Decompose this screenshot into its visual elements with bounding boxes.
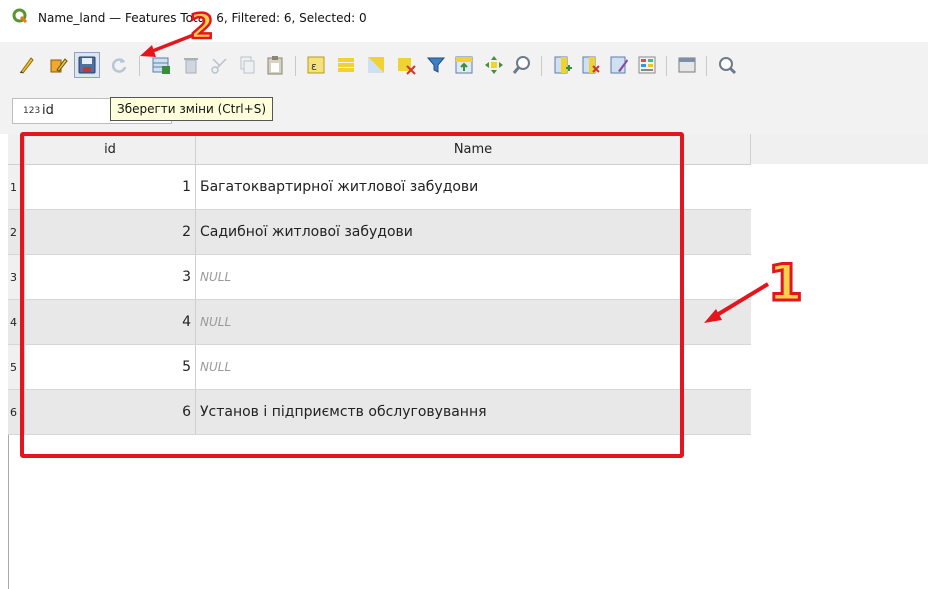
reload-icon — [111, 58, 127, 73]
delete-field-icon — [582, 56, 600, 74]
delete-selected-button[interactable] — [178, 52, 204, 78]
move-selection-top-button[interactable] — [451, 52, 477, 78]
invert-selection-button[interactable] — [363, 52, 389, 78]
filter-button[interactable] — [423, 52, 449, 78]
deselect-icon — [398, 58, 416, 75]
save-tooltip: Зберегти зміни (Ctrl+S) — [110, 97, 273, 121]
attribute-table-toolbar: ε — [0, 42, 928, 92]
multi-edit-button[interactable] — [46, 52, 72, 78]
new-field-button[interactable] — [550, 52, 576, 78]
expression-select-icon: ε — [307, 56, 325, 74]
select-all-button[interactable] — [333, 52, 359, 78]
copy-icon — [240, 56, 255, 74]
reload-button[interactable] — [106, 52, 132, 78]
field-name-label: id — [42, 103, 54, 118]
deselect-all-button[interactable] — [393, 52, 419, 78]
window-title: Name_land — Features Total: 6, Filtered:… — [38, 11, 367, 25]
select-by-expression-button[interactable]: ε — [303, 52, 329, 78]
delete-field-button[interactable] — [578, 52, 604, 78]
paste-icon — [267, 56, 283, 75]
actions-icon — [719, 57, 737, 75]
actions-button[interactable] — [714, 52, 740, 78]
save-edits-button[interactable] — [74, 52, 100, 78]
filter-icon — [426, 57, 446, 73]
zoom-to-selection-button[interactable] — [509, 52, 535, 78]
qgis-logo-icon — [12, 8, 28, 24]
select-all-icon — [338, 58, 354, 72]
svg-text:ε: ε — [311, 60, 317, 73]
dock-button[interactable] — [674, 52, 700, 78]
add-feature-button[interactable] — [148, 52, 174, 78]
toggle-editing-button[interactable] — [14, 52, 40, 78]
save-icon — [78, 56, 96, 74]
move-top-icon — [455, 56, 473, 74]
conditional-format-icon — [638, 56, 656, 74]
field-calculator-button[interactable] — [606, 52, 632, 78]
copy-button[interactable] — [234, 52, 260, 78]
field-type-label: 123 — [23, 106, 41, 116]
window-title-bar: Name_land — Features Total: 6, Filtered:… — [0, 0, 928, 42]
cut-icon — [211, 58, 227, 74]
multi-edit-icon — [50, 58, 68, 73]
dock-icon — [678, 57, 696, 73]
cut-button[interactable] — [206, 52, 232, 78]
zoom-icon — [512, 56, 530, 74]
new-field-icon — [554, 56, 572, 74]
field-calculator-icon — [610, 56, 628, 74]
add-feature-icon — [152, 57, 170, 74]
pencil-icon — [20, 57, 34, 74]
pan-to-selection-button[interactable] — [481, 52, 507, 78]
paste-button[interactable] — [262, 52, 288, 78]
highlight-box — [20, 132, 684, 458]
pan-icon — [485, 56, 503, 74]
invert-selection-icon — [368, 57, 384, 73]
conditional-formatting-button[interactable] — [634, 52, 660, 78]
delete-icon — [184, 58, 198, 74]
